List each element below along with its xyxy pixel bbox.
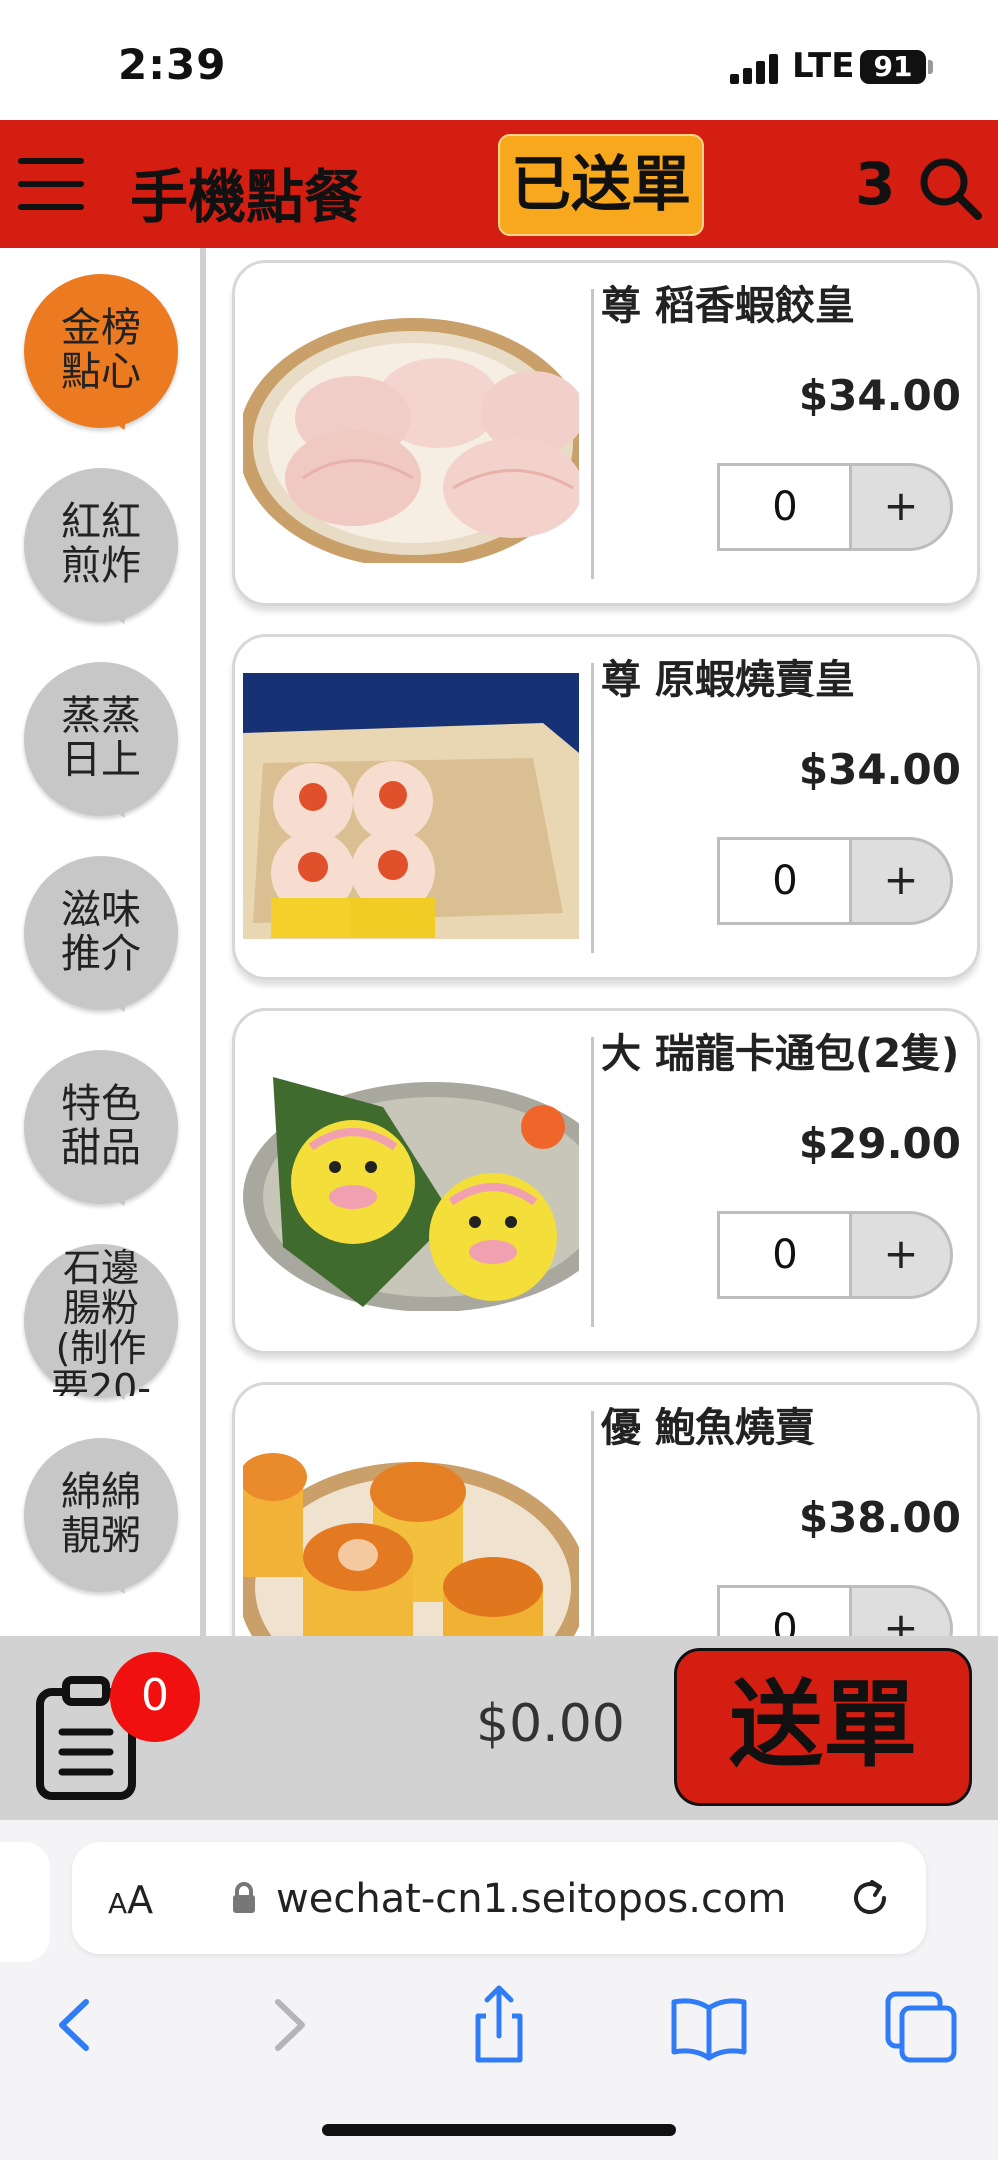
category-label: 蒸蒸日上 <box>61 694 141 783</box>
category-item[interactable]: 石邊腸粉(制作要20-25分) <box>24 1244 178 1407</box>
text-size-button[interactable]: AA <box>108 1878 153 1922</box>
category-item[interactable]: 金榜點心 <box>24 274 178 437</box>
cellular-signal-icon <box>730 52 780 84</box>
reload-icon[interactable] <box>848 1876 892 1920</box>
battery-icon: 91 <box>860 50 926 84</box>
card-divider <box>591 663 594 953</box>
category-item[interactable]: 蒸蒸日上 <box>24 662 178 825</box>
category-item[interactable]: 滋味推介 <box>24 856 178 1019</box>
product-card[interactable]: 大 瑞龍卡通包(2隻) $29.00 0 + <box>232 1008 980 1354</box>
category-item[interactable]: 紅紅煎炸 <box>24 468 178 631</box>
lock-icon <box>233 1882 255 1913</box>
product-card[interactable]: 優 鮑魚燒賣 $38.00 0 + <box>232 1382 980 1638</box>
hamburger-icon[interactable] <box>18 158 84 210</box>
order-count-badge: 0 <box>110 1652 200 1742</box>
product-price: $34.00 <box>798 371 961 420</box>
add-quantity-button[interactable]: + <box>849 1211 953 1299</box>
product-name: 優 鮑魚燒賣 <box>601 1405 815 1451</box>
order-total: $0.00 <box>476 1694 625 1754</box>
cart-count: 3 <box>855 150 896 218</box>
status-bar: 2:39 LTE 91 <box>0 0 998 120</box>
quantity-input[interactable]: 0 <box>717 1585 853 1638</box>
add-quantity-button[interactable]: + <box>849 1585 953 1638</box>
card-divider <box>591 289 594 579</box>
product-name: 大 瑞龍卡通包(2隻) <box>601 1031 960 1077</box>
bookmarks-icon[interactable] <box>664 1980 754 2070</box>
category-label: 金榜點心 <box>61 306 141 395</box>
sent-orders-button[interactable]: 已送單 <box>498 134 704 236</box>
add-quantity-button[interactable]: + <box>849 837 953 925</box>
status-time: 2:39 <box>118 40 227 89</box>
product-price: $29.00 <box>798 1119 961 1168</box>
battery-tip <box>928 60 933 74</box>
text-size-big-a: A <box>127 1878 154 1922</box>
home-indicator <box>322 2124 676 2136</box>
category-sidebar: 金榜點心 紅紅煎炸 蒸蒸日上 滋味推介 特色甜品 石邊腸粉(制作要20-25分) <box>0 248 204 1638</box>
product-price: $34.00 <box>798 745 961 794</box>
forward-icon[interactable] <box>244 1980 334 2070</box>
url-text: wechat-cn1.seitopos.com <box>276 1876 787 1922</box>
product-photo[interactable] <box>243 673 579 939</box>
browser-chrome: AA wechat-cn1.seitopos.com <box>0 1820 998 2160</box>
share-icon[interactable] <box>454 1980 544 2070</box>
product-name: 尊 稻香蝦餃皇 <box>601 283 855 329</box>
product-name: 尊 原蝦燒賣皇 <box>601 657 855 703</box>
quantity-input[interactable]: 0 <box>717 1211 853 1299</box>
address-bar[interactable]: AA wechat-cn1.seitopos.com <box>72 1842 926 1954</box>
product-card[interactable]: 尊 原蝦燒賣皇 $34.00 0 + <box>232 634 980 980</box>
category-item[interactable]: 特色甜品 <box>24 1050 178 1213</box>
previous-tab-edge[interactable] <box>0 1842 50 1962</box>
browser-toolbar <box>0 1980 998 2090</box>
network-type: LTE <box>792 46 855 86</box>
order-bar: 0 $0.00 送單 <box>0 1636 998 1820</box>
text-size-small-a: A <box>108 1887 128 1920</box>
category-label: 特色甜品 <box>61 1082 141 1171</box>
category-label: 紅紅煎炸 <box>61 500 141 589</box>
search-icon[interactable] <box>918 156 982 220</box>
add-quantity-button[interactable]: + <box>849 463 953 551</box>
back-icon[interactable] <box>30 1980 120 2070</box>
product-photo[interactable] <box>243 1437 579 1638</box>
card-divider <box>591 1411 594 1638</box>
quantity-input[interactable]: 0 <box>717 463 853 551</box>
category-label: 石邊腸粉(制作要20-25分) <box>50 1248 152 1396</box>
app-title: 手機點餐 <box>130 163 363 231</box>
category-item[interactable]: 綿綿靚粥 <box>24 1438 178 1601</box>
card-divider <box>591 1037 594 1327</box>
category-label: 滋味推介 <box>61 888 141 977</box>
product-price: $38.00 <box>798 1493 961 1542</box>
submit-order-button[interactable]: 送單 <box>674 1648 972 1806</box>
category-label: 綿綿靚粥 <box>61 1470 141 1559</box>
app-header: 手機點餐 已送單 3 <box>0 120 998 248</box>
product-photo[interactable] <box>243 1047 579 1311</box>
product-photo[interactable] <box>243 293 579 563</box>
app-page: 2:39 LTE 91 手機點餐 已送單 3 金榜點心 紅紅煎炸 蒸蒸日上 滋味… <box>0 0 998 2160</box>
product-card[interactable]: 尊 稻香蝦餃皇 $34.00 0 + <box>232 260 980 606</box>
product-list: 尊 稻香蝦餃皇 $34.00 0 + 尊 原蝦燒賣皇 $34.00 0 + 大 … <box>206 248 998 1638</box>
tabs-icon[interactable] <box>876 1980 966 2070</box>
quantity-input[interactable]: 0 <box>717 837 853 925</box>
